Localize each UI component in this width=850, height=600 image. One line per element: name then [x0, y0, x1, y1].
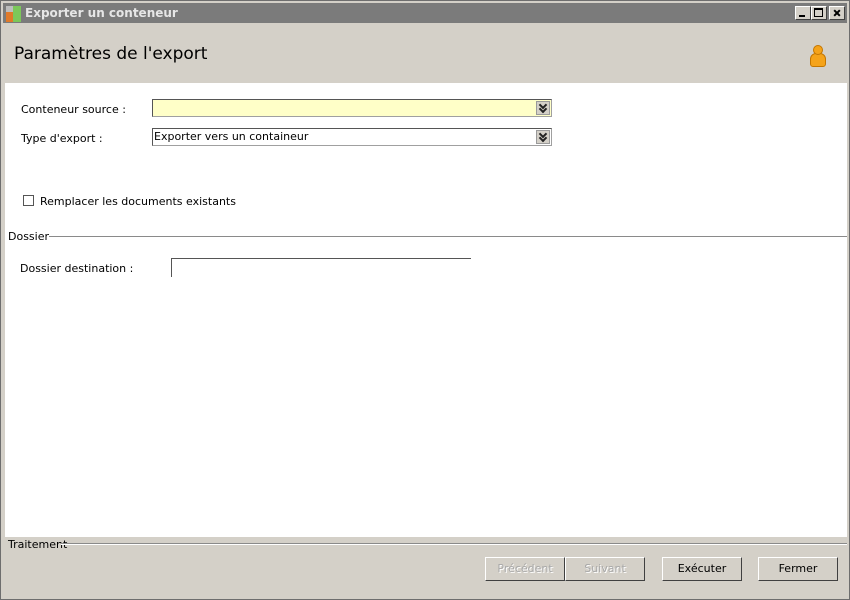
source-container-select[interactable]: [152, 99, 552, 117]
previous-button[interactable]: Précédent: [485, 557, 565, 581]
user-icon: [809, 45, 826, 67]
minimize-button[interactable]: [795, 6, 811, 20]
export-type-value: Exporter vers un containeur: [154, 130, 309, 143]
window-title: Exporter un conteneur: [25, 6, 178, 20]
title-bar[interactable]: Exporter un conteneur: [3, 3, 847, 23]
close-window-button[interactable]: [829, 6, 845, 20]
destination-folder-label: Dossier destination :: [20, 262, 134, 275]
form-panel: Conteneur source : Type d'export : Expor…: [5, 83, 847, 537]
app-icon: [6, 6, 22, 22]
folder-group-title: Dossier: [8, 230, 52, 243]
chevron-down-icon[interactable]: [536, 101, 550, 115]
export-type-select[interactable]: Exporter vers un containeur: [152, 128, 552, 146]
chevron-down-icon[interactable]: [536, 130, 550, 144]
processing-group-divider: [61, 543, 847, 545]
destination-folder-input[interactable]: [171, 258, 471, 277]
replace-documents-checkbox[interactable]: [23, 195, 34, 206]
source-container-label: Conteneur source :: [21, 103, 126, 116]
folder-group-divider: [49, 236, 847, 238]
page-title: Paramètres de l'export: [14, 44, 208, 64]
export-type-label: Type d'export :: [21, 132, 103, 145]
header-panel: Paramètres de l'export: [5, 25, 847, 83]
close-button[interactable]: Fermer: [758, 557, 838, 581]
replace-documents-label[interactable]: Remplacer les documents existants: [40, 195, 236, 208]
execute-button[interactable]: Exécuter: [662, 557, 742, 581]
next-button[interactable]: Suivant: [565, 557, 645, 581]
export-container-window: Exporter un conteneur Paramètres de l'ex…: [0, 0, 850, 600]
maximize-button[interactable]: [811, 6, 827, 20]
